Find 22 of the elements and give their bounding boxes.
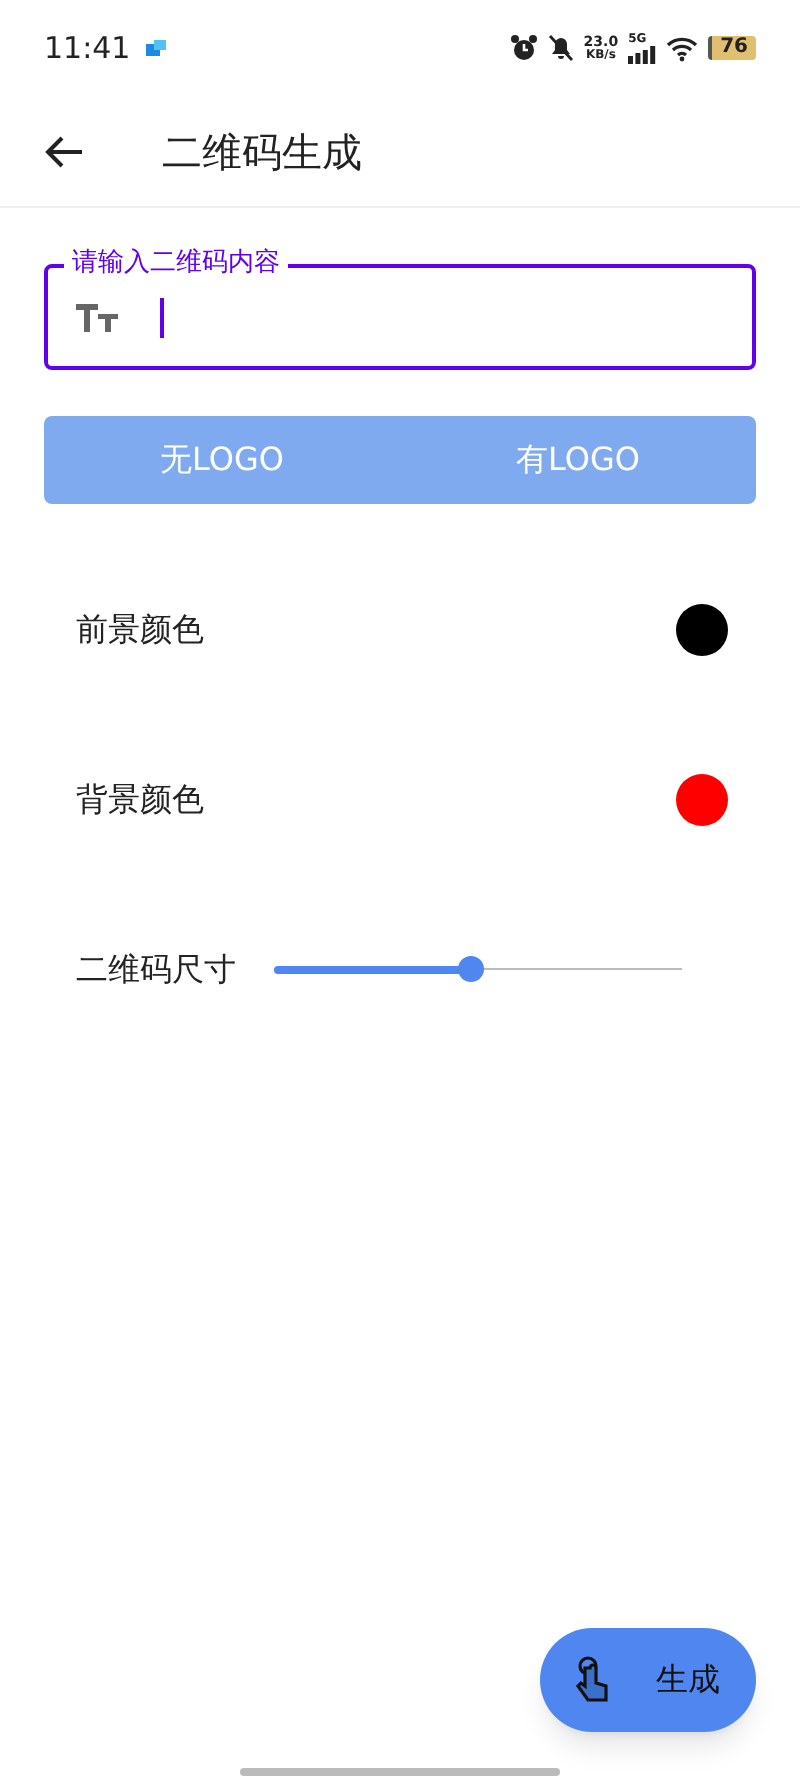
logo-option[interactable]: 无LOGO bbox=[44, 416, 400, 504]
field-label: 请输入二维码内容 bbox=[64, 248, 288, 280]
tap-hand-icon bbox=[576, 1656, 612, 1704]
text-size-icon bbox=[76, 303, 120, 331]
logo-option[interactable]: 有LOGO bbox=[400, 416, 756, 504]
status-time: 11:41 bbox=[44, 27, 131, 70]
setting-label: 二维码尺寸 bbox=[76, 947, 236, 991]
alarm-icon bbox=[509, 34, 538, 62]
color-swatch[interactable] bbox=[676, 773, 728, 825]
wifi-icon bbox=[666, 35, 699, 61]
back-arrow-icon bbox=[44, 133, 84, 169]
slider-thumb[interactable] bbox=[457, 956, 484, 982]
battery-level: 76 bbox=[708, 36, 756, 60]
muted-bell-icon bbox=[547, 34, 574, 62]
color-swatch[interactable] bbox=[676, 603, 728, 655]
setting-label: 背景颜色 bbox=[76, 777, 204, 821]
text-cursor bbox=[160, 297, 164, 337]
page-title: 二维码生成 bbox=[162, 125, 362, 179]
setting-label: 前景颜色 bbox=[76, 607, 204, 651]
signal-icon bbox=[628, 45, 657, 63]
generate-button[interactable]: 生成 bbox=[540, 1628, 756, 1732]
app-notification-icon bbox=[146, 40, 167, 56]
